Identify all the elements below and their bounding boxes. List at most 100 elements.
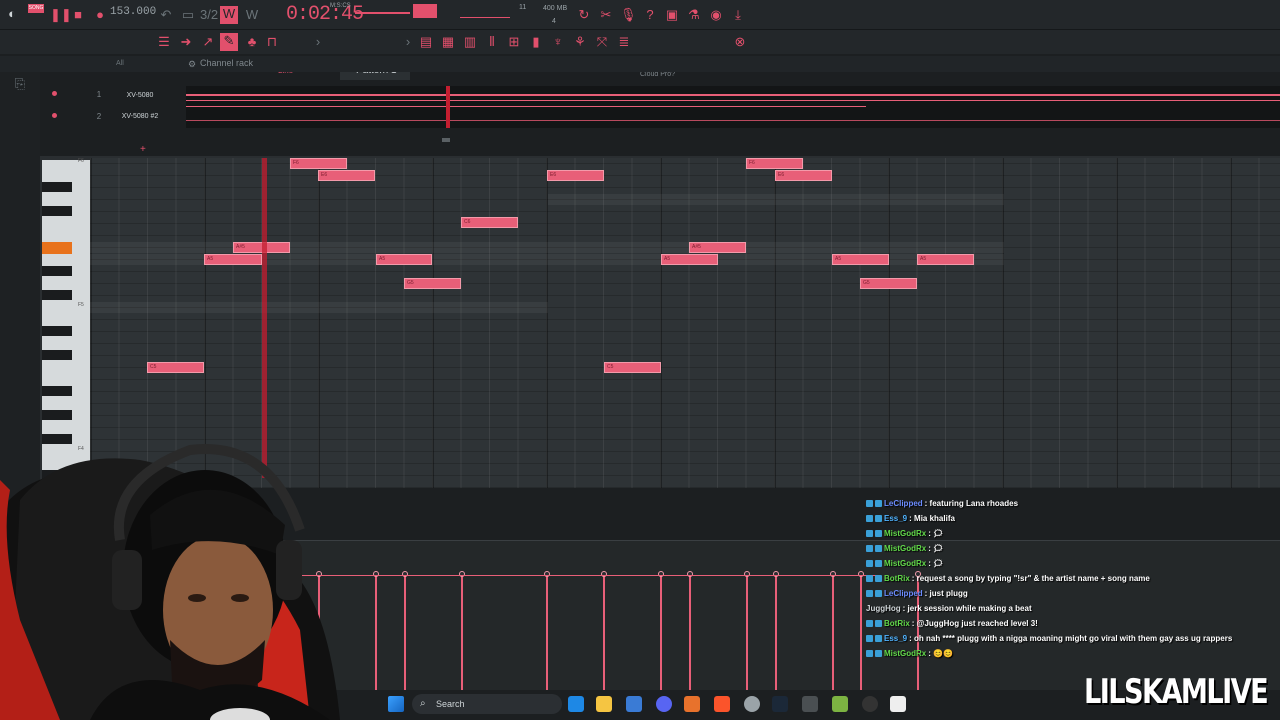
edison-icon[interactable]: ⚘: [572, 34, 588, 50]
chat-username[interactable]: Ess_9: [884, 634, 907, 643]
minecraft-icon[interactable]: [832, 696, 848, 712]
record-icon[interactable]: ●: [92, 7, 108, 23]
note[interactable]: E6: [318, 170, 375, 181]
chat-icon[interactable]: ◉: [708, 7, 724, 23]
sidebar-folder-icon[interactable]: ⎘: [12, 76, 28, 92]
time-display[interactable]: 0:02:45: [286, 3, 364, 26]
note[interactable]: A5: [917, 254, 974, 265]
browser-icon[interactable]: ⊞: [506, 34, 522, 50]
add-channel-icon[interactable]: +: [140, 144, 146, 155]
pattern-next-icon[interactable]: ›: [400, 34, 416, 50]
draw-icon[interactable]: ✎: [220, 33, 238, 51]
note[interactable]: A5: [832, 254, 889, 265]
4k-app-icon[interactable]: [862, 696, 878, 712]
note[interactable]: E6: [547, 170, 604, 181]
wait-icon[interactable]: ▭: [180, 7, 196, 23]
moderator-badge-icon: [866, 545, 873, 553]
arrow-icon[interactable]: ➜: [178, 34, 194, 50]
mute-led[interactable]: [52, 113, 57, 118]
chat-username[interactable]: MistGodRx: [884, 559, 926, 568]
chat-username[interactable]: MistGodRx: [884, 529, 926, 538]
note[interactable]: F6: [746, 158, 803, 169]
stop-icon[interactable]: ■: [70, 7, 86, 23]
note[interactable]: C5: [604, 362, 661, 373]
piano-roll-icon[interactable]: ▤: [418, 34, 434, 50]
chat-username[interactable]: Ess_9: [884, 514, 907, 523]
snap-icon[interactable]: ⊓: [264, 34, 280, 50]
tuner-icon[interactable]: ♆: [550, 34, 566, 50]
cut-icon[interactable]: ✂: [598, 7, 614, 23]
fx-icon[interactable]: ⤧: [594, 34, 610, 50]
chevron-right-icon[interactable]: ›: [310, 34, 326, 50]
menu-icon[interactable]: ☰: [156, 34, 172, 50]
playlist-icon[interactable]: ▦: [440, 34, 456, 50]
plugin-icon[interactable]: ⚗: [686, 7, 702, 23]
note[interactable]: F6: [290, 158, 347, 169]
chat-username[interactable]: MistGodRx: [884, 544, 926, 553]
song-mode-toggle[interactable]: SONG: [28, 4, 44, 13]
scroll-handle[interactable]: [442, 138, 450, 142]
master-volume-slider[interactable]: [355, 12, 410, 14]
capcut-icon[interactable]: [890, 696, 906, 712]
plugin-picker-icon[interactable]: ▮: [528, 34, 544, 50]
active-key: [42, 242, 72, 254]
help-icon[interactable]: ?: [642, 7, 658, 23]
copilot-icon[interactable]: [568, 696, 584, 712]
chat-username[interactable]: MistGodRx: [884, 649, 926, 658]
windows-start-icon[interactable]: [388, 696, 404, 712]
download-icon[interactable]: ⤓: [730, 7, 746, 23]
note[interactable]: C6: [461, 217, 518, 228]
chat-text: : @JuggHog just reached level 3!: [911, 619, 1038, 628]
chat-message: MistGodRx: 😊😊: [866, 646, 1266, 661]
chat-username[interactable]: BotRix: [884, 574, 910, 583]
mute-led[interactable]: [52, 91, 57, 96]
search-icon: ⌕: [420, 698, 426, 709]
news-close-icon[interactable]: ⊗: [732, 34, 748, 50]
taskbar-search[interactable]: ⌕ Search: [412, 694, 562, 714]
project-icon[interactable]: ≣: [616, 34, 632, 50]
chat-username[interactable]: JuggHog: [866, 604, 901, 613]
brave-icon[interactable]: [714, 696, 730, 712]
magnet-icon[interactable]: ↗: [200, 34, 216, 50]
chat-username[interactable]: LeClipped: [884, 499, 923, 508]
sub-badge-icon: [875, 515, 882, 523]
mic-icon[interactable]: 🎙: [620, 7, 637, 23]
app-icon[interactable]: [802, 696, 818, 712]
pause-icon[interactable]: ❚❚: [50, 7, 72, 23]
channel-rack-icon[interactable]: ▥: [462, 34, 478, 50]
chat-username[interactable]: LeClipped: [884, 589, 923, 598]
channel-name[interactable]: XV-5080 #2: [110, 113, 170, 120]
note[interactable]: G5: [860, 278, 917, 289]
channel-pattern-preview[interactable]: [186, 86, 1280, 128]
channel-name[interactable]: XV-5080: [110, 92, 170, 99]
mixer-icon[interactable]: ⫴: [484, 34, 500, 50]
chat-text: : 🗯: [928, 529, 944, 538]
channel-filter[interactable]: All: [116, 60, 124, 67]
blend-icon[interactable]: W: [244, 7, 260, 23]
note[interactable]: A5: [204, 254, 262, 265]
fl-studio-icon[interactable]: [684, 696, 700, 712]
chat-username[interactable]: BotRix: [884, 619, 910, 628]
note[interactable]: E6: [775, 170, 832, 181]
loop-record-icon[interactable]: W: [220, 6, 238, 24]
save-icon[interactable]: ▣: [664, 7, 680, 23]
stamp-icon[interactable]: ♣: [244, 34, 260, 50]
file-explorer-icon[interactable]: [596, 696, 612, 712]
sub-badge-icon: [875, 530, 882, 538]
steam-icon[interactable]: [772, 696, 788, 712]
refresh-icon[interactable]: ↻: [576, 7, 592, 23]
note[interactable]: A5: [661, 254, 718, 265]
discord-icon[interactable]: [656, 696, 672, 712]
chat-message: MistGodRx: 🗯: [866, 556, 1266, 571]
countdown-icon[interactable]: 3/2: [200, 7, 218, 23]
note[interactable]: A#5: [689, 242, 746, 253]
metronome-icon[interactable]: ↶: [158, 7, 174, 23]
obs-icon[interactable]: [744, 696, 760, 712]
note[interactable]: A5: [376, 254, 432, 265]
tempo-display[interactable]: 153.000: [110, 6, 156, 18]
note[interactable]: C5: [147, 362, 204, 373]
fl-logo-icon[interactable]: ◐: [4, 6, 20, 22]
note[interactable]: G5: [404, 278, 461, 289]
store-icon[interactable]: [626, 696, 642, 712]
channel-number: 2: [96, 112, 102, 121]
